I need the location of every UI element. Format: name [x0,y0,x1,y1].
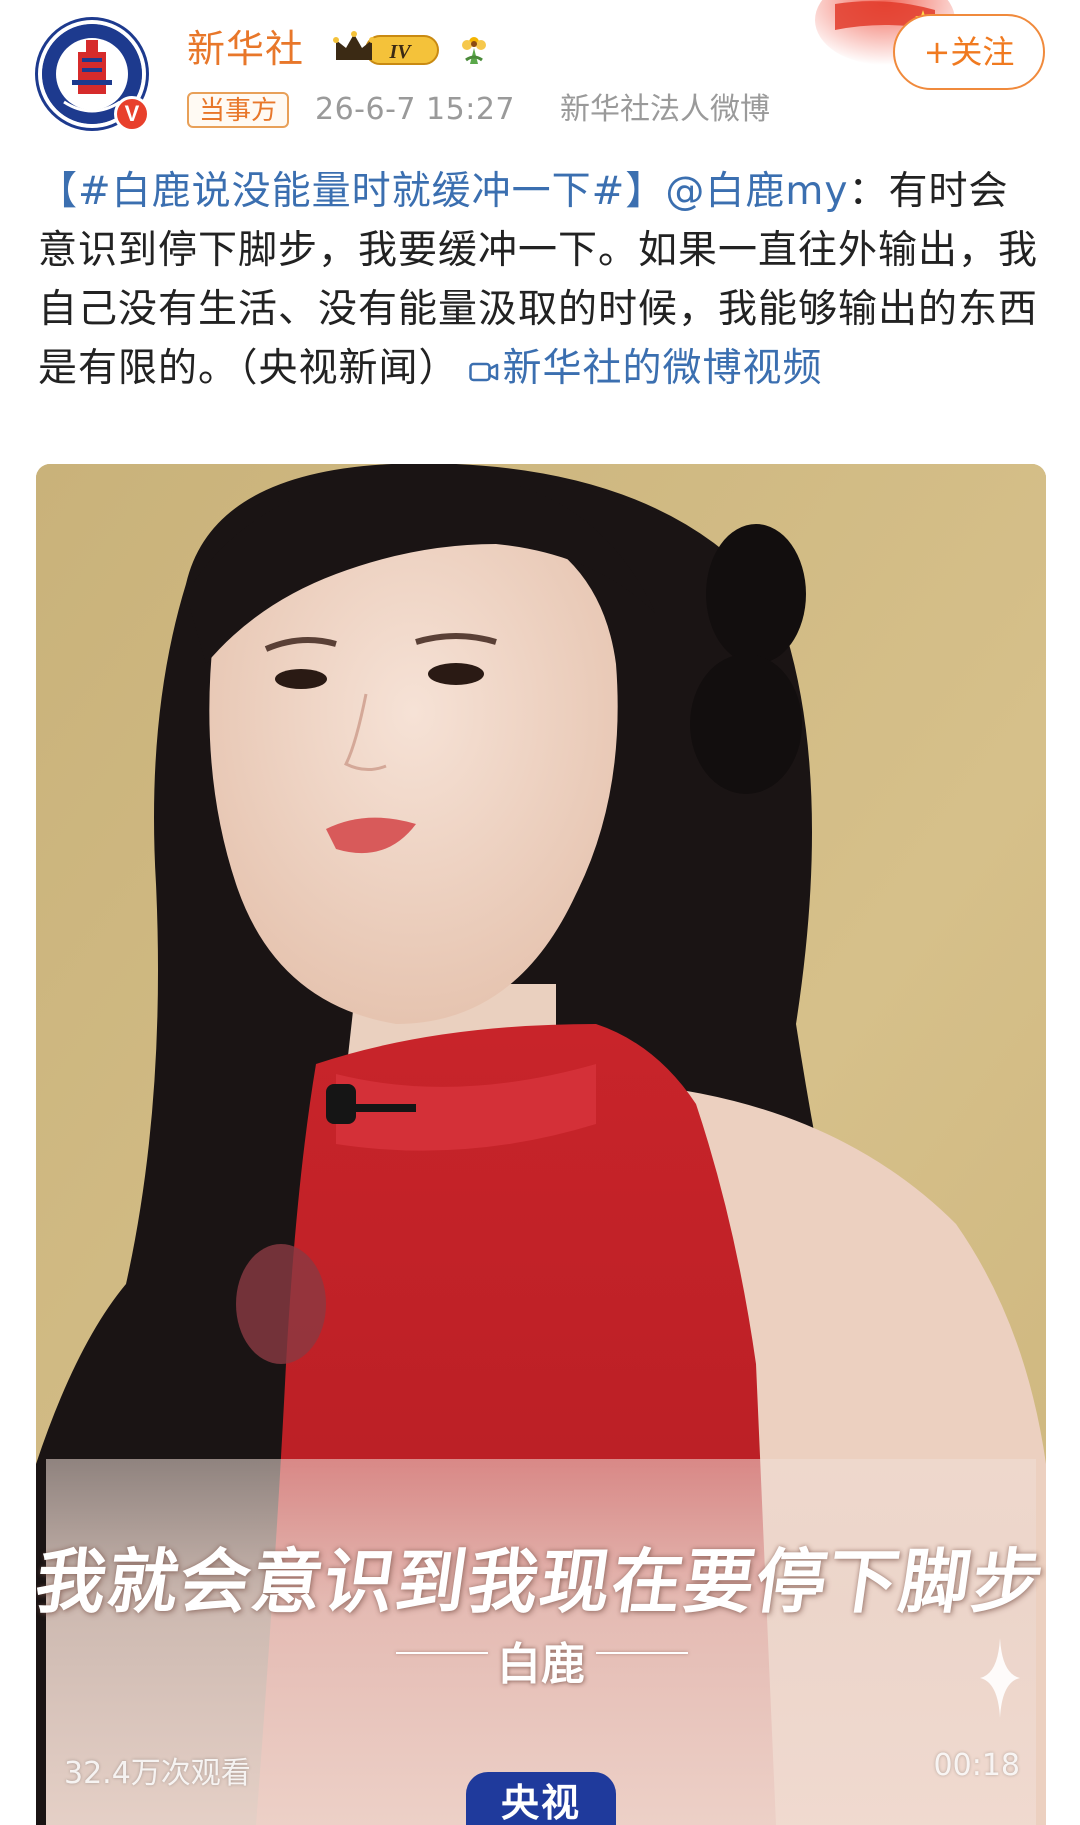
weibo-post-page: V 新华社 IV 当事方 26-6-7 15:27 新华社法人微博 +关注 【#… [0,0,1080,1825]
post-content: 【#白鹿说没能量时就缓冲一下#】@白鹿my：有时会意识到停下脚步，我要缓冲一下。… [38,162,1048,398]
view-count: 32.4万次观看 [64,1756,251,1791]
video-player[interactable]: 我就会意识到我现在要停下脚步 白鹿 32.4万次观看 00:18 央视 [36,464,1046,1825]
video-camera-icon [468,362,498,382]
channel-logo: 央视 [466,1772,616,1825]
author-name[interactable]: 新华社 [187,22,304,76]
sparkle-icon [980,1638,1020,1718]
topic-link[interactable]: 【#白鹿说没能量时就缓冲一下#】 [38,169,665,214]
identity-tag: 当事方 [187,92,290,128]
post-source: 新华社法人微博 [560,92,770,127]
verified-badge: V [114,96,150,132]
flower-icon [462,37,486,64]
post-time: 26-6-7 15:27 [315,92,515,127]
video-subtitle: 我就会意识到我现在要停下脚步 [36,1540,1046,1623]
follow-button[interactable]: +关注 [893,14,1045,90]
level-badge-text: IV [388,41,412,63]
video-duration: 00:18 [933,1748,1020,1783]
video-source-link[interactable]: 新华社的微博视频 [503,346,823,391]
speaker-name: 白鹿 [497,1639,585,1690]
mention-link[interactable]: @白鹿my [665,169,848,214]
crown-icon: IV [333,31,439,65]
